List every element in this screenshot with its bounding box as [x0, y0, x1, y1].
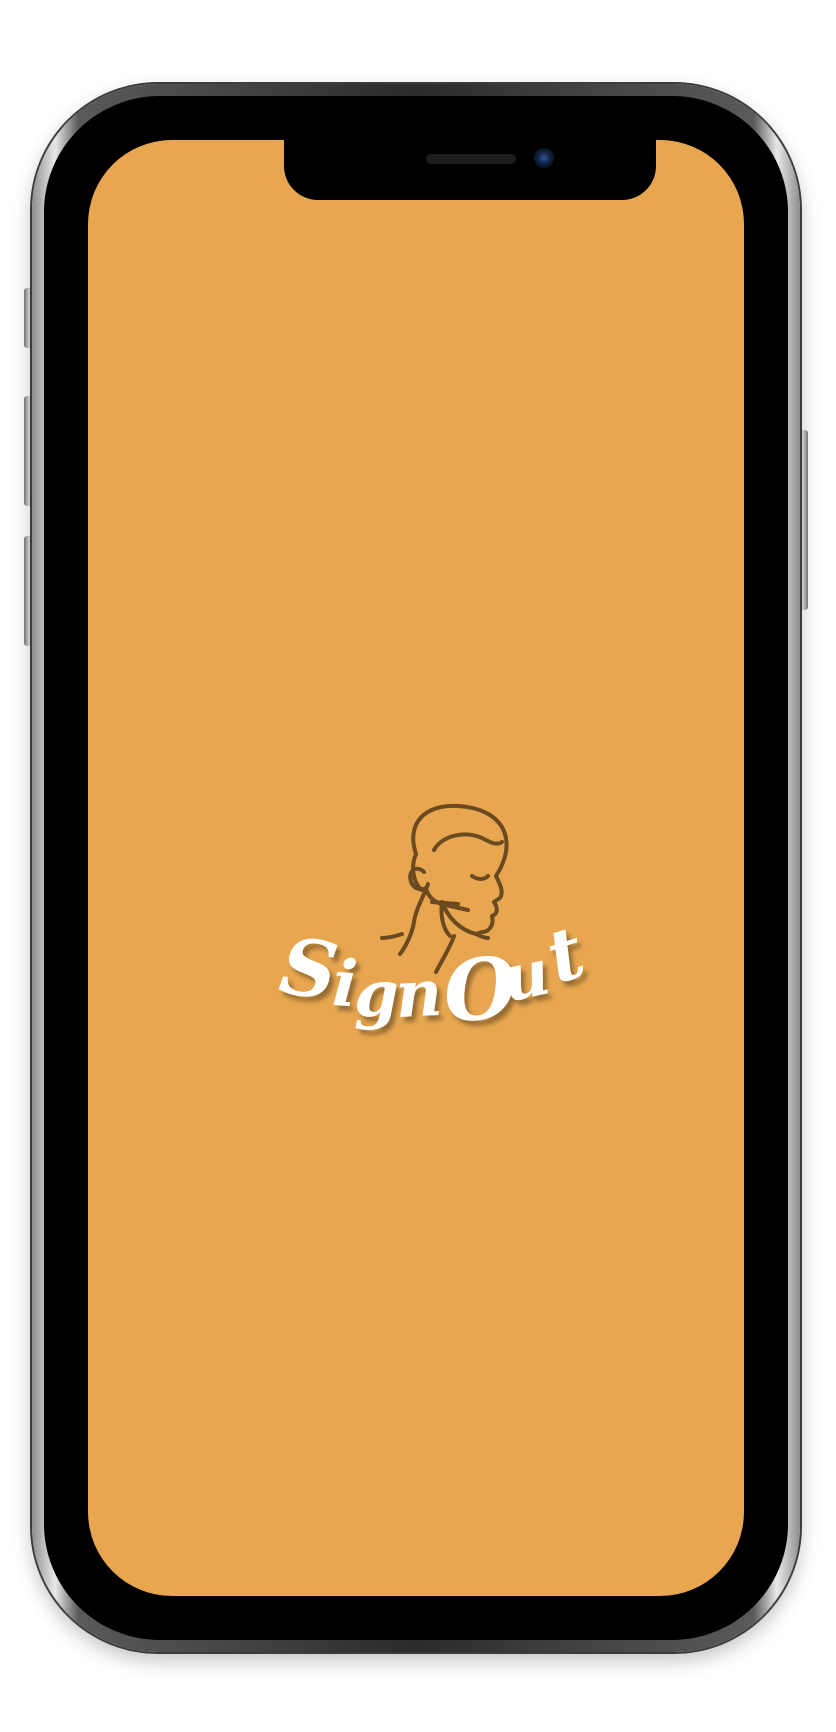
device-mockup: S i g n O u t: [0, 0, 836, 1732]
notch: [284, 140, 656, 200]
front-camera: [534, 148, 554, 168]
svg-text:g: g: [354, 957, 399, 1032]
phone-frame: S i g n O u t: [32, 84, 800, 1652]
earpiece-speaker: [426, 154, 516, 164]
splash-screen[interactable]: S i g n O u t: [88, 140, 744, 1596]
app-logo: S i g n O u t: [228, 784, 628, 1084]
man-touching-face-icon: S i g n O u t: [275, 803, 594, 1042]
phone-bezel: S i g n O u t: [44, 96, 788, 1640]
svg-text:n: n: [394, 956, 444, 1033]
